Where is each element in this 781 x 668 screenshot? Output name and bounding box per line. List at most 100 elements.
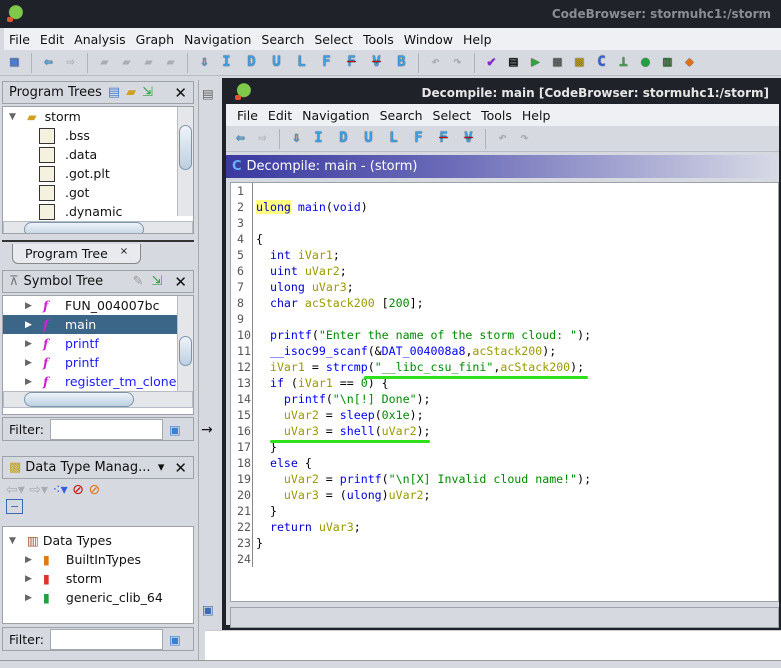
symbol-item[interactable]: ▶ f main [3,315,193,334]
toolbar-u-icon[interactable]: U [268,54,285,71]
code-line[interactable] [256,215,591,231]
redo-icon[interactable]: ↷ [516,130,533,147]
expand-icon[interactable]: ▶ [25,593,35,603]
expand-icon[interactable]: ▶ [25,555,35,565]
folder-icon[interactable]: ▰ [126,85,136,100]
decompiled-code-view[interactable]: 1 2 3 4 5 6 7 8 9 10 11 12 13 14 15 16 17 18 19 20 21 22 23 24 … [230,182,779,602]
import-icon[interactable]: ⇲ [142,85,153,100]
code-line[interactable]: uVar2 = sleep(0x1e); [256,407,591,423]
toolbar-l-icon[interactable]: L [385,130,402,147]
save-icon[interactable]: ▣ [6,54,23,71]
code-line[interactable] [256,551,591,567]
toolbar-i-icon[interactable]: I [310,130,327,147]
tree-item[interactable]: .got.plt [3,164,193,183]
filter-options-icon[interactable]: ▣ [169,632,181,647]
back-icon[interactable]: ⇦ [232,130,249,147]
code-line[interactable]: uint uVar2; [256,263,591,279]
code-line[interactable]: iVar1 = strcmp("__libc_csu_fini",acStack… [256,359,591,375]
horizontal-scrollbar[interactable] [3,221,193,233]
menu-file[interactable]: File [4,32,35,47]
script-icon[interactable]: ▶ [527,54,544,71]
code-line[interactable]: { [256,231,591,247]
tree-item[interactable]: .bss [3,126,193,145]
tree-item[interactable]: .dynamic [3,202,193,221]
code-line[interactable]: uVar2 = printf("\n[X] Invalid cloud name… [256,471,591,487]
memory-icon[interactable]: ▥ [659,54,676,71]
menu-dropdown-icon[interactable]: ▾ [158,460,165,475]
tree-item[interactable]: .data [3,145,193,164]
expand-icon[interactable]: ▼ [9,112,19,122]
datatype-icon[interactable]: ▩ [571,54,588,71]
tree-item[interactable]: .got [3,183,193,202]
filter-arrays-icon[interactable]: ⊘ [88,482,100,498]
symbol-item[interactable]: ▶ f FUN_004007bc [3,296,193,315]
menu-select[interactable]: Select [309,32,358,47]
code-line[interactable]: char acStack200 [200]; [256,295,591,311]
tab-program-tree[interactable]: Program Tree × [12,244,142,264]
menu-help[interactable]: Help [517,108,556,123]
menu-navigation[interactable]: Navigation [297,108,374,123]
code-line[interactable]: } [256,535,591,551]
code-line[interactable] [256,311,591,327]
checkmark-icon[interactable]: ✔ [483,54,500,71]
code-line[interactable]: int iVar1; [256,247,591,263]
menu-graph[interactable]: Graph [131,32,179,47]
toolbar-v-icon[interactable]: V [368,54,385,71]
symbol-item[interactable]: ▶ f printf [3,353,193,372]
arrange-icon[interactable]: ⁖▾ [52,482,67,498]
horizontal-scrollbar[interactable] [3,391,193,408]
tree-root[interactable]: ▼ ▥ Data Types [3,531,193,550]
menu-select[interactable]: Select [428,108,477,123]
data-type-item[interactable]: ▶ ▮ storm [3,569,193,588]
data-type-item[interactable]: ▶ ▮ BuiltInTypes [3,550,193,569]
undo-icon[interactable]: ↶ [494,130,511,147]
code-line[interactable]: uVar3 = (ulong)uVar2; [256,487,591,503]
toolbar-d-icon[interactable]: D [243,54,260,71]
menu-edit[interactable]: Edit [35,32,69,47]
menu-edit[interactable]: Edit [263,108,297,123]
toolbar-u-icon[interactable]: U [360,130,377,147]
vertical-scrollbar[interactable] [177,107,193,216]
forward-icon[interactable]: ⇨ [62,54,79,71]
down-arrow-icon[interactable]: ⇩ [196,54,213,71]
menu-tools[interactable]: Tools [358,32,399,47]
code-line[interactable]: uVar3 = shell(uVar2); [256,423,591,439]
data-type-filter-input[interactable] [49,628,163,650]
expand-icon[interactable]: ▶ [25,574,35,584]
toolbar-f-icon[interactable]: F [410,130,427,147]
close-icon[interactable]: ✕ [174,273,187,291]
menu-file[interactable]: File [232,108,263,123]
toolbar-i-icon[interactable]: I [218,54,235,71]
close-icon[interactable]: ✕ [174,459,187,477]
down-arrow-icon[interactable]: ⇩ [288,130,305,147]
decompile-icon[interactable]: C [593,54,610,71]
redo-icon[interactable]: ↷ [449,54,466,71]
undo-icon[interactable]: ↶ [427,54,444,71]
code-line[interactable]: else { [256,455,591,471]
bytes-icon[interactable]: ▤ [505,54,522,71]
code-line[interactable]: ulong uVar3; [256,279,591,295]
edit-icon[interactable]: ✎ [133,274,144,289]
expand-icon[interactable]: ▼ [9,536,19,546]
toolbar-f-icon[interactable]: F [343,54,360,71]
menu-search[interactable]: Search [375,108,428,123]
code-line[interactable]: printf("Enter the name of the storm clou… [256,327,591,343]
menu-window[interactable]: Window [399,32,458,47]
code-line[interactable]: printf("\n[!] Done"); [256,391,591,407]
toolbar-v-icon[interactable]: V [460,130,477,147]
listing-icon[interactable]: ▦ [549,54,566,71]
diamond-icon[interactable]: ◆ [681,54,698,71]
vertical-scrollbar[interactable] [177,296,193,397]
expand-icon[interactable]: ▶ [25,358,35,368]
tab-close-icon[interactable]: × [120,246,128,261]
filter-pointers-icon[interactable]: ⊘ [72,482,84,498]
code-line[interactable]: return uVar3; [256,519,591,535]
code-line[interactable]: __isoc99_scanf(&DAT_004008a8,acStack200)… [256,343,591,359]
forward-icon[interactable]: ⇨▾ [29,482,48,498]
expand-icon[interactable]: ▶ [25,320,35,330]
menu-analysis[interactable]: Analysis [69,32,131,47]
expand-icon[interactable]: ▶ [25,339,35,349]
nav-icon[interactable]: ▰ [118,54,135,71]
code-line[interactable]: } [256,503,591,519]
toolbar-d-icon[interactable]: D [335,130,352,147]
